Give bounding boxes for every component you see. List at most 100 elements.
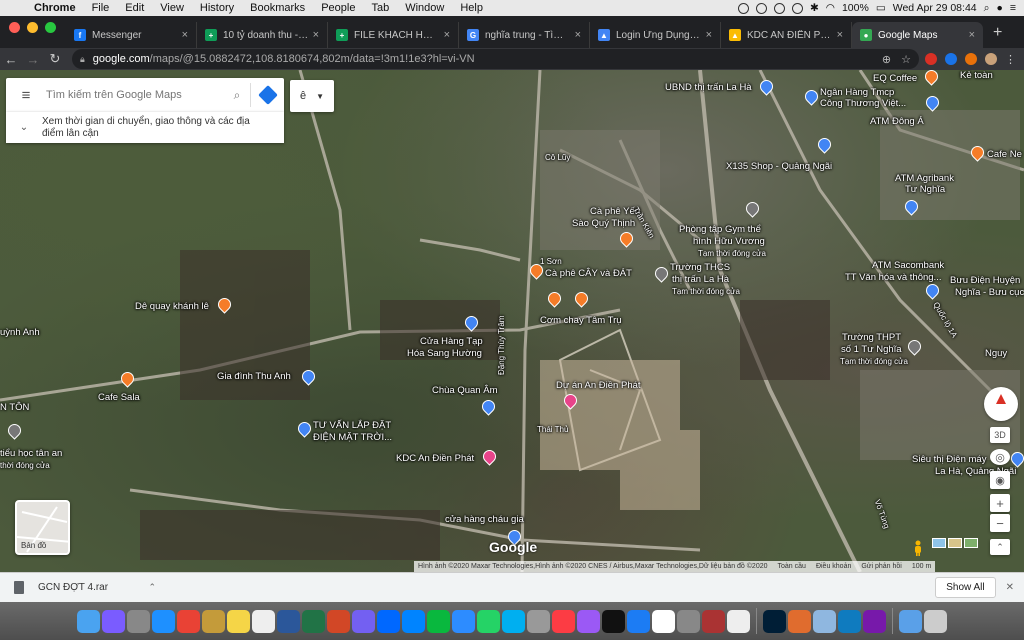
dock-skype-icon[interactable] [502,609,525,633]
dock-dictionary-icon[interactable] [702,609,725,633]
map-label[interactable]: Cơm chay Tâm Trụ [540,315,622,326]
street-label[interactable]: Đặng Thùy Trâm [496,316,507,375]
commute-panel[interactable]: ⌄ Xem thời gian di chuyển, giao thông và… [6,112,284,143]
dock-photoshop-icon[interactable] [763,609,786,633]
country-link[interactable]: Toàn cầu [778,563,806,570]
layer-satellite-icon[interactable] [964,538,978,548]
dock-finder-icon[interactable] [77,609,100,633]
menu-history[interactable]: History [192,2,242,14]
map-label[interactable]: Bưu Điện Huyện [950,275,1020,286]
dock-font-book-icon[interactable] [727,609,750,633]
map-label[interactable]: Nghĩa - Bưu cục [955,287,1024,298]
dock-excel-icon[interactable] [302,609,325,633]
map-label[interactable]: cửa hàng cháu gia [445,514,524,525]
map-label[interactable]: Kẻ toàn [960,70,993,81]
spotlight-icon[interactable]: ⌕ [984,2,990,15]
extension-red-icon[interactable] [925,53,937,65]
siri-icon[interactable]: ● [997,2,1003,14]
tab-close-icon[interactable]: × [313,29,319,41]
tab-close-icon[interactable]: × [444,29,450,41]
map-label[interactable]: 1 Sơn [540,256,562,267]
compass-button[interactable] [984,387,1018,421]
feedback-link[interactable]: Gửi phản hồi [861,563,902,570]
menu-bookmarks[interactable]: Bookmarks [242,2,313,14]
search-icon[interactable]: ⌕ [224,88,250,103]
map-label[interactable]: TƯ VẤN LẮP ĐẶT [313,420,391,431]
map-label[interactable]: Nguy [985,348,1007,359]
menu-help[interactable]: Help [452,2,491,14]
chevron-down-icon[interactable]: ⌄ [6,122,42,133]
menu-app-name[interactable]: Chrome [26,2,84,14]
dock-whatsapp-icon[interactable] [477,609,500,633]
dock-zalo-icon[interactable] [377,609,400,633]
creative-cloud-icon[interactable] [773,2,785,14]
show-all-button[interactable]: Show All [935,577,996,598]
dock-trash-icon[interactable] [924,609,947,633]
messenger-tray-icon[interactable] [755,2,767,14]
zoom-in-button[interactable]: + [990,494,1010,512]
tilt-3d-button[interactable]: 3D [990,427,1010,443]
layer-terrain-icon[interactable] [948,538,962,548]
map-label[interactable]: Dê quay khánh lê [135,301,209,312]
tab-close-icon[interactable]: × [575,29,581,41]
menu-people[interactable]: People [313,2,363,14]
chrome-menu-icon[interactable]: ⋮ [1005,53,1016,66]
map-type-toggle[interactable]: Bản đồ [15,500,70,555]
map-label[interactable]: Cà phê CÂY và ĐÁT [545,268,632,279]
map-label[interactable]: Dự án An Điền Phát [556,380,641,391]
map-label[interactable]: ĐIỆN MẶT TRỜI... [313,432,392,443]
map-label[interactable]: Phòng tập Gym thể [679,224,761,235]
map-label[interactable]: hình Hữu Vương [693,236,765,247]
dock-calendar-icon[interactable] [652,609,675,633]
dock-music-icon[interactable] [552,609,575,633]
profile-avatar[interactable] [985,53,997,65]
map-label[interactable]: thời đóng cửa [0,460,50,471]
map-label[interactable]: Trường THCS [670,262,730,273]
dock-viber-icon[interactable] [352,609,375,633]
browser-tab[interactable]: +10 tỷ doanh thu - Go × [197,22,328,48]
image-picker-button[interactable]: ê ▼ [290,80,334,112]
close-icon[interactable]: ✕ [1006,582,1014,593]
scale-bar[interactable]: 100 m [912,563,931,570]
dock-system-preferences-icon[interactable] [677,609,700,633]
dock-photos-icon[interactable] [527,609,550,633]
map-label[interactable]: Cafe Sala [98,392,140,403]
browser-tab[interactable]: Gnghĩa trung - Tìm vớ × [459,22,590,48]
satellite-map[interactable]: UBND thị trấn La Hà EQ Coffee Ngân Hàng … [0,70,1024,572]
menu-window[interactable]: Window [397,2,452,14]
dock-safari-icon[interactable] [152,609,175,633]
dock-preview-icon[interactable] [813,609,836,633]
map-label[interactable]: Tạm thời đóng cửa [698,248,766,259]
my-location-icon[interactable]: ◉ [990,471,1010,489]
expand-chevron-icon[interactable]: ⌃ [990,539,1010,555]
map-label[interactable]: Tư Nghĩa [905,184,945,195]
browser-tab[interactable]: + FILE KHÁCH HÀNG Đ × [328,22,459,48]
map-label[interactable]: TT Văn hóa và thông... [845,272,941,283]
dock-edge-icon[interactable] [838,609,861,633]
dock-onenote-icon[interactable] [863,609,886,633]
dock-tv-icon[interactable] [602,609,625,633]
map-label[interactable]: Chùa Quan Âm [432,385,497,396]
reload-icon[interactable]: ↻ [44,51,66,67]
dock-paint-icon[interactable] [788,609,811,633]
map-label[interactable]: Siêu thị Điện máy [912,454,986,465]
map-label[interactable]: Trường THPT [842,332,901,343]
bluetooth-icon[interactable]: ✱ [810,2,819,14]
map-label[interactable]: Ngân Hàng Tmcp [820,87,894,98]
dock-app-store-icon[interactable] [627,609,650,633]
minimize-window-button[interactable] [27,21,38,33]
map-label[interactable]: thị trấn La Hà [672,274,729,285]
map-label[interactable]: EQ Coffee [873,73,917,84]
layer-transit-icon[interactable] [932,538,946,548]
dock-word-icon[interactable] [277,609,300,633]
chevron-up-icon[interactable]: ⌃ [148,582,156,593]
bookmark-star-icon[interactable]: ☆ [901,53,911,66]
menu-edit[interactable]: Edit [117,2,152,14]
map-label[interactable]: KDC An Điền Phát [396,453,474,464]
location-icon[interactable]: ⊕ [882,53,891,66]
dock-zoom-icon[interactable] [452,609,475,633]
back-arrow-icon[interactable]: ← [0,52,22,67]
extension-orange-icon[interactable] [965,53,977,65]
dock-wechat-icon[interactable] [427,609,450,633]
map-label[interactable]: uỳnh Anh [0,327,40,338]
